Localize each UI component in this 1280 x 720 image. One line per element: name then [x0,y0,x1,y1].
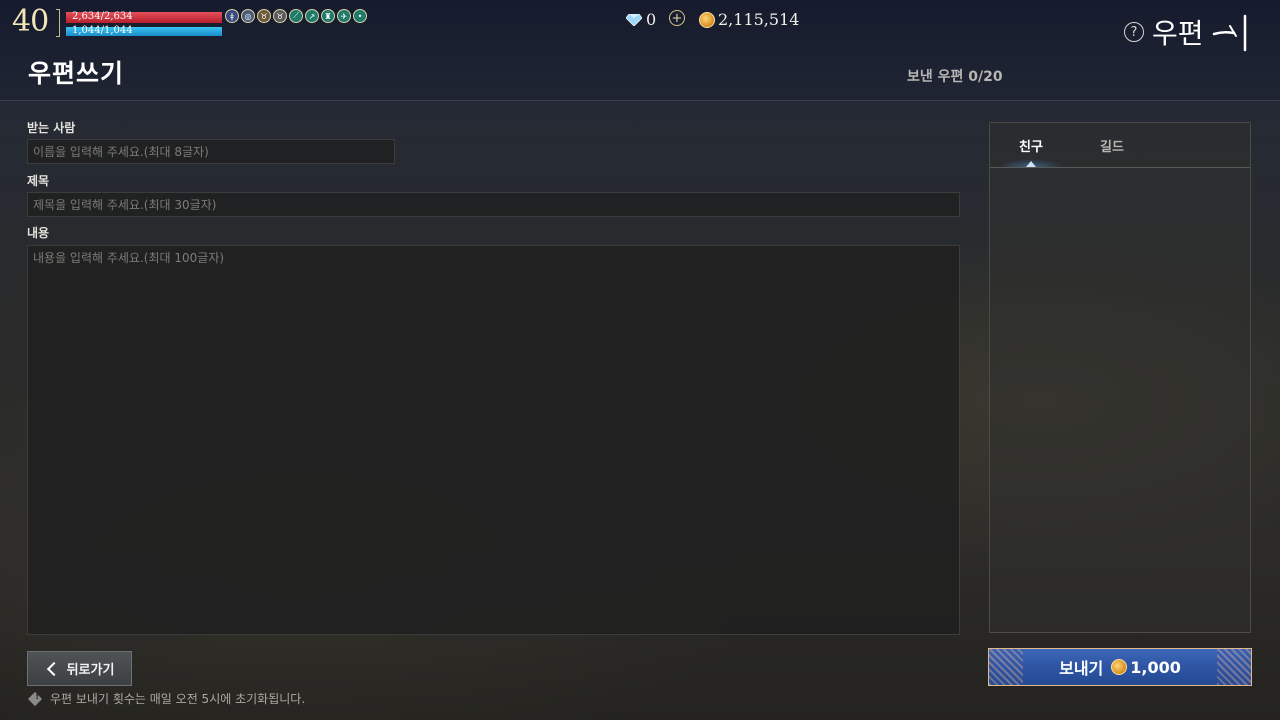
diamond-amount: 0 [646,10,657,29]
buff-icon[interactable]: ǂ [225,9,239,23]
gold-currency: 2,115,514 [699,10,799,29]
hp-bar: 2,634/2,634 [66,11,222,23]
recipient-label: 받는 사람 [27,121,76,135]
back-button-label: 뒤로가기 [66,663,115,678]
buff-list: ǂ ◎ ♉ ♉ ⟋ ↗ ♜ ✈ • [225,9,369,23]
button-ornament-left [989,649,1023,685]
chevron-left-icon [46,661,61,676]
diamond-icon [626,13,642,26]
sent-mail-count: 보낸 우편 0/20 [907,69,1003,85]
buff-icon[interactable]: ✈ [337,9,351,23]
tab-divider [990,167,1250,168]
reset-notice: 우편 보내기 횟수는 매일 오전 5시에 초기화됩니다. [27,690,305,707]
buff-icon[interactable]: ♜ [321,9,335,23]
gold-coin-icon [699,11,715,28]
buff-icon[interactable]: ♉ [257,9,271,23]
player-level: 40 [12,4,49,39]
back-button[interactable]: 뒤로가기 [27,651,132,686]
buff-icon[interactable]: ◎ [241,9,255,23]
send-cost: 1,000 [1130,657,1181,677]
tab-guild[interactable]: 길드 [1073,123,1151,167]
buff-icon[interactable]: ⟋ [289,9,303,23]
gold-amount: 2,115,514 [718,10,800,29]
mp-text: 1,044/1,044 [72,25,133,36]
recipient-input[interactable] [27,139,395,164]
subject-label: 제목 [27,174,50,188]
recipient-list-panel: 친구 길드 [989,122,1251,633]
subject-input[interactable] [27,192,960,217]
buff-icon[interactable]: • [353,9,367,23]
level-bracket [56,9,60,37]
body-textarea[interactable] [27,245,960,635]
send-button[interactable]: 보내기 1,000 [988,648,1252,686]
tab-guild-label: 길드 [1100,139,1124,155]
mp-bar: 1,044/1,044 [66,25,222,36]
plus-icon[interactable]: + [669,10,685,26]
buff-icon[interactable]: ♉ [273,9,287,23]
send-button-label: 보내기 [1059,659,1104,678]
help-icon[interactable]: ? [1124,22,1144,42]
hp-text: 2,634/2,634 [72,11,133,22]
info-icon [27,691,43,706]
reset-notice-text: 우편 보내기 횟수는 매일 오전 5시에 초기화됩니다. [50,692,306,706]
body-label: 내용 [27,226,50,240]
page-title: 우편쓰기 [28,59,125,88]
gold-coin-icon [1111,659,1128,675]
tab-friends-label: 친구 [1019,139,1043,155]
diamond-currency: 0 [626,10,656,29]
add-currency[interactable]: + [669,10,685,26]
buff-icon[interactable]: ↗ [305,9,319,23]
button-ornament-right [1217,649,1251,685]
tab-friends[interactable]: 친구 [992,123,1070,167]
close-icon[interactable] [1212,14,1252,52]
menu-title: 우편 [1152,17,1204,50]
